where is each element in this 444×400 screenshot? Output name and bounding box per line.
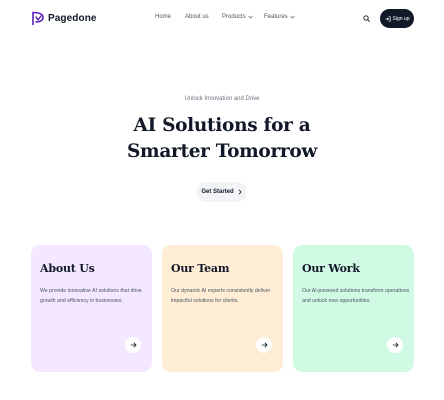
- card-about-us: About Us We provide innovative AI soluti…: [31, 245, 152, 372]
- sign-up-button[interactable]: Sign up: [380, 9, 414, 28]
- card-title: About Us: [40, 262, 95, 275]
- card-our-team: Our Team Our dynamic AI experts consiste…: [162, 245, 283, 372]
- navbar: Pagedone Home About us Products Features…: [0, 0, 444, 38]
- card-arrow-button[interactable]: [387, 337, 403, 353]
- nav-item-label: About us: [185, 14, 209, 20]
- search-icon: [363, 15, 370, 22]
- arrow-right-icon: [261, 342, 268, 348]
- arrow-right-icon: [392, 342, 399, 348]
- nav-item-label: Home: [155, 14, 172, 20]
- hero-title: AI Solutions for a Smarter Tomorrow: [126, 115, 318, 162]
- nav-item-features[interactable]: Features: [264, 14, 295, 20]
- nav-item-products[interactable]: Products: [222, 14, 253, 20]
- search-button[interactable]: [358, 10, 375, 27]
- pagedone-logo-icon: [32, 11, 44, 26]
- nav-item-home[interactable]: Home: [155, 14, 171, 20]
- card-arrow-button[interactable]: [125, 337, 141, 353]
- sign-up-label: Sign up: [392, 15, 410, 22]
- sign-in-icon: [385, 15, 391, 22]
- card-our-work: Our Work Our AI-powered solutions transf…: [293, 245, 414, 372]
- nav-item-about-us[interactable]: About us: [185, 14, 209, 20]
- chevron-down-icon: [247, 15, 253, 19]
- card-title: Our Team: [171, 262, 230, 275]
- card-arrow-button[interactable]: [256, 337, 272, 353]
- chevron-down-icon: [289, 15, 295, 19]
- get-started-label: Get Started: [201, 189, 234, 195]
- nav-item-label: Products: [222, 14, 246, 20]
- card-description: We provide innovative AI solutions that …: [40, 288, 142, 304]
- hero-subtitle: Unlock Innovation and Drive: [184, 96, 260, 102]
- card-description: Our dynamic AI experts consistently deli…: [171, 288, 271, 304]
- chevron-right-icon: [238, 189, 242, 195]
- brand-name: Pagedone: [48, 13, 97, 24]
- brand-logo[interactable]: Pagedone: [31, 11, 97, 26]
- card-title: Our Work: [302, 262, 360, 275]
- arrow-right-icon: [130, 342, 137, 348]
- nav-item-label: Features: [264, 14, 288, 20]
- card-description: Our AI-powered solutions transform opera…: [302, 288, 410, 304]
- get-started-button[interactable]: Get Started: [196, 182, 247, 202]
